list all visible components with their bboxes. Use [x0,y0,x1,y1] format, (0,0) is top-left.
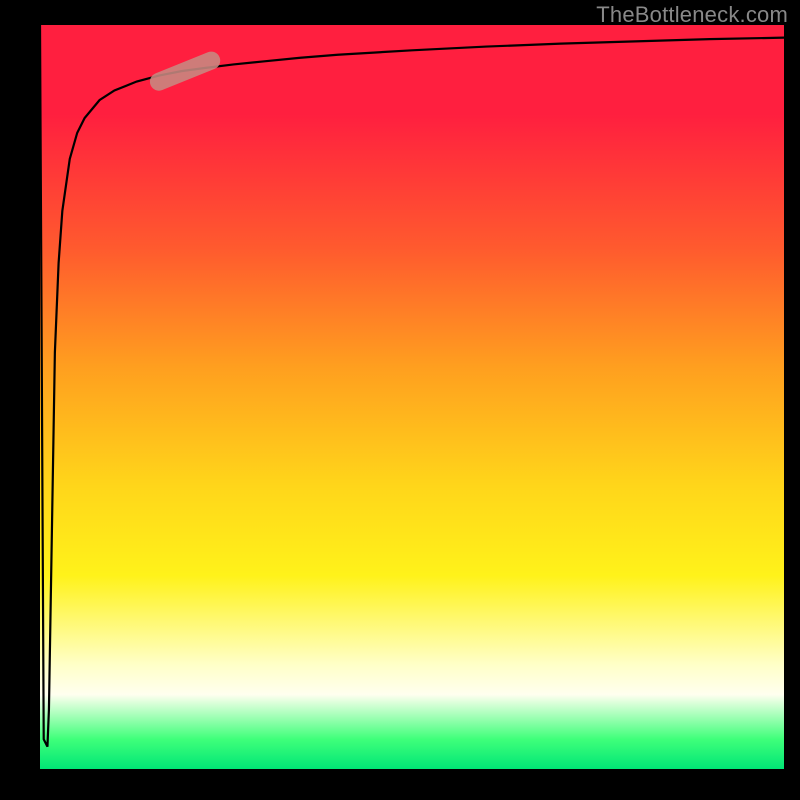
chart-frame: TheBottleneck.com [0,0,800,800]
plot-area [40,25,784,769]
watermark-text: TheBottleneck.com [596,2,788,28]
